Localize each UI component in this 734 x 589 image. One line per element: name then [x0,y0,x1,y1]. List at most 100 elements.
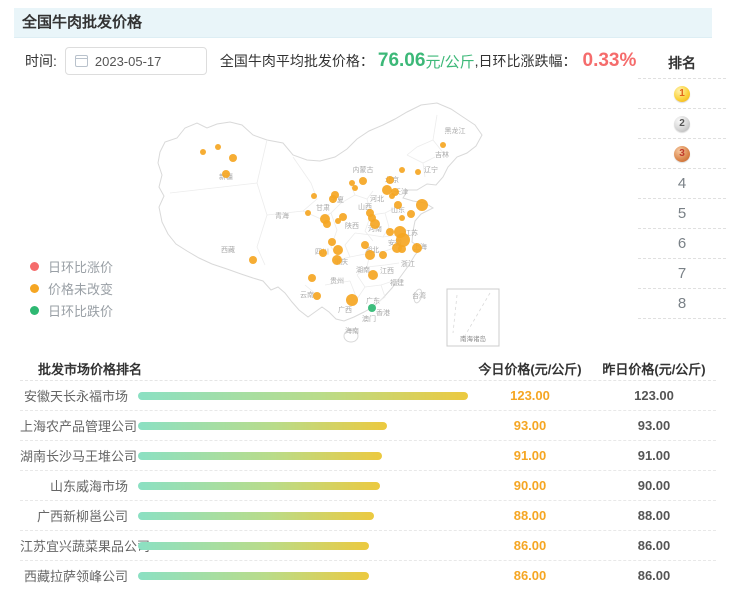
south-china-sea-inset: 南海诸岛 [447,289,499,346]
market-point[interactable] [332,255,342,265]
price-bar [138,482,380,490]
today-price: 88.00 [468,508,592,523]
market-point[interactable] [349,180,355,186]
yesterday-price: 86.00 [592,568,716,583]
market-point[interactable] [365,250,375,260]
price-bar [138,452,382,460]
table-row: 江苏宜兴蔬菜果品公司86.0086.00 [20,531,716,561]
china-map[interactable]: 南海诸岛 新疆黑龙江吉林辽宁内蒙古北京天津河北山西山东青海甘肃宁夏陕西河南江苏安… [145,95,500,355]
yesterday-price: 86.00 [592,538,716,553]
province-label: 云南 [300,290,314,299]
rank-panel-title: 排名 [638,52,726,79]
market-point[interactable] [319,249,327,257]
market-point[interactable] [412,243,422,253]
table-row: 山东威海市场90.0090.00 [20,471,716,501]
market-point[interactable] [352,185,358,191]
market-point[interactable] [335,218,341,224]
price-bar-track [138,482,468,490]
legend-item[interactable]: 日环比涨价 [30,255,113,277]
rank-item: 3 [638,139,726,169]
market-point[interactable] [361,241,369,249]
today-price: 91.00 [468,448,592,463]
price-bar [138,542,369,550]
today-price: 123.00 [468,388,592,403]
medal-2-icon: 2 [674,116,690,132]
market-point[interactable] [328,238,336,246]
market-point[interactable] [229,154,237,162]
market-point[interactable] [311,193,317,199]
calendar-icon [75,55,88,67]
table-row: 上海农产品管理公司93.0093.00 [20,411,716,441]
market-point[interactable] [323,220,331,228]
price-bar-track [138,422,468,430]
market-name: 广西新柳邕公司 [20,506,138,525]
legend-dot-icon [30,284,39,293]
province-label: 甘肃 [316,203,330,212]
market-point[interactable] [329,195,337,203]
legend-item[interactable]: 价格未改变 [30,277,113,299]
legend-label: 日环比涨价 [48,257,113,276]
average-price-label: 全国牛肉平均批发价格： [220,51,374,71]
market-name: 安徽天长永福市场 [20,386,138,405]
market-point[interactable] [407,210,415,218]
market-point[interactable] [333,245,343,255]
market-point[interactable] [398,245,406,253]
market-point[interactable] [415,169,421,175]
price-bar [138,422,387,430]
legend-label: 日环比跌价 [48,301,113,320]
market-point[interactable] [416,199,428,211]
yesterday-price: 90.00 [592,478,716,493]
page-title: 全国牛肉批发价格 [14,8,712,38]
market-point[interactable] [359,177,367,185]
market-point[interactable] [249,256,257,264]
province-label: 台湾 [412,291,426,300]
rank-number: 8 [678,295,686,312]
market-point[interactable] [440,142,446,148]
market-point[interactable] [370,219,380,229]
price-bar-track [138,512,468,520]
average-price-line: 全国牛肉平均批发价格： 76.06 元/公斤 ,日环比涨跌幅： 0.33% [220,50,636,72]
price-bar-track [138,572,468,580]
market-name: 江苏宜兴蔬菜果品公司 [20,536,138,555]
market-point[interactable] [215,144,221,150]
province-label: 陕西 [345,221,359,230]
market-point[interactable] [389,193,395,199]
rank-item: 5 [638,199,726,229]
legend-dot-icon [30,262,39,271]
today-price: 90.00 [468,478,592,493]
rank-list: 12345678 [638,79,726,319]
header-today-price: 今日价格(元/公斤) [468,359,592,378]
province-label: 香港 [376,308,390,317]
market-point[interactable] [222,170,230,178]
average-price-value: 76.06 [378,50,426,72]
province-label: 青海 [275,211,289,220]
header-yesterday-price: 昨日价格(元/公斤) [592,359,716,378]
legend-item[interactable]: 日环比跌价 [30,299,113,321]
price-table-body: 安徽天长永福市场123.00123.00上海农产品管理公司93.0093.00湖… [20,381,716,589]
date-picker-input[interactable]: 2023-05-17 [65,47,207,75]
legend-dot-icon [30,306,39,315]
rank-item: 7 [638,259,726,289]
market-point[interactable] [386,228,394,236]
market-point[interactable] [200,149,206,155]
market-point[interactable] [386,176,394,184]
market-point[interactable] [313,292,321,300]
market-point[interactable] [379,251,387,259]
province-label: 海南 [345,326,359,335]
yesterday-price: 88.00 [592,508,716,523]
market-point[interactable] [368,270,378,280]
market-point[interactable] [308,274,316,282]
market-point[interactable] [394,201,402,209]
market-point[interactable] [346,294,358,306]
rank-number: 5 [678,205,686,222]
market-point[interactable] [399,215,405,221]
legend-label: 价格未改变 [48,279,113,298]
market-name: 湖南长沙马王堆公司 [20,446,138,465]
market-point[interactable] [305,210,311,216]
date-value: 2023-05-17 [95,54,162,69]
market-point[interactable] [368,304,376,312]
rank-item: 4 [638,169,726,199]
market-point[interactable] [399,167,405,173]
beef-price-dashboard: 全国牛肉批发价格 时间: 2023-05-17 全国牛肉平均批发价格： 76.0… [0,0,734,589]
price-bar [138,572,369,580]
